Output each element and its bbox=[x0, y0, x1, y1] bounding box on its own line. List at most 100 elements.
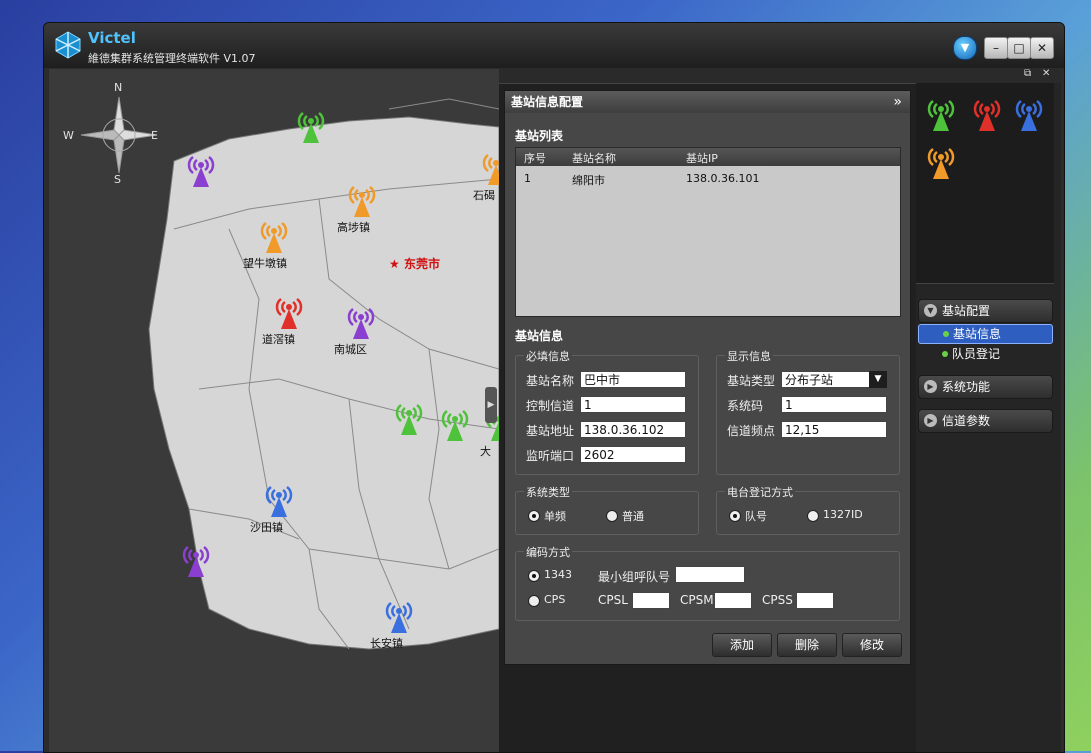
registration-mode-label: 电台登记方式 bbox=[725, 484, 795, 500]
col-header-ip[interactable]: 基站IP bbox=[686, 150, 718, 166]
station-list-heading: 基站列表 bbox=[515, 129, 564, 143]
freq-label: 信道频点 bbox=[727, 424, 776, 438]
radio-cps-label: CPS bbox=[544, 593, 566, 606]
row-no: 1 bbox=[524, 172, 531, 185]
station-label: 长安镇 bbox=[370, 637, 403, 650]
right-sidebar: ▼ 基站配置 基站信息 队员登记 ▶ 系统功能 ▶ 信道参数 bbox=[916, 83, 1061, 752]
radio-1343[interactable] bbox=[528, 570, 540, 582]
base-station-icon[interactable] bbox=[392, 397, 426, 437]
minimize-button[interactable]: – bbox=[984, 37, 1008, 59]
legend-green-station-icon bbox=[924, 93, 958, 133]
radio-team-no[interactable] bbox=[729, 510, 741, 522]
nav-member-registration[interactable]: 队员登记 bbox=[918, 345, 1051, 363]
type-label: 基站类型 bbox=[727, 374, 776, 388]
nav-system-functions-label: 系统功能 bbox=[942, 380, 991, 394]
map-view[interactable]: N S E W ★ 东莞市 石碣 高埗镇 望牛墩镇 道滘镇 南城区大沙田镇 长安镇 bbox=[49, 69, 499, 752]
nav-channel-params[interactable]: ▶ 信道参数 bbox=[918, 409, 1053, 433]
cpsm-label: CPSM bbox=[680, 593, 714, 607]
base-station-icon[interactable] bbox=[179, 539, 213, 579]
radio-1327id[interactable] bbox=[807, 510, 819, 522]
chevron-right-icon: ▶ bbox=[924, 414, 937, 427]
base-station-icon[interactable] bbox=[438, 403, 472, 443]
radio-single-freq[interactable] bbox=[528, 510, 540, 522]
radio-cps[interactable] bbox=[528, 595, 540, 607]
cpss-label: CPSS bbox=[762, 593, 793, 607]
base-station-icon[interactable] bbox=[479, 147, 499, 187]
port-label: 监听端口 bbox=[526, 449, 575, 463]
listen-port-input[interactable]: 2602 bbox=[580, 446, 686, 463]
chevron-down-icon[interactable]: ▼ bbox=[869, 371, 887, 388]
min-group-call-input[interactable] bbox=[675, 566, 745, 583]
nav-station-info[interactable]: 基站信息 bbox=[918, 324, 1053, 344]
cpsl-input[interactable] bbox=[632, 592, 670, 609]
victel-logo-icon bbox=[55, 31, 81, 59]
base-station-icon[interactable] bbox=[344, 301, 378, 341]
table-row[interactable]: 1 绵阳市 138.0.36.101 bbox=[516, 170, 900, 188]
nav-station-config[interactable]: ▼ 基站配置 bbox=[918, 299, 1053, 323]
col-header-no[interactable]: 序号 bbox=[524, 150, 546, 166]
channel-frequency-input[interactable]: 12,15 bbox=[781, 421, 887, 438]
station-legend-box bbox=[916, 83, 1054, 284]
nav-station-info-label: 基站信息 bbox=[953, 327, 1002, 341]
nav-member-registration-label: 队员登记 bbox=[952, 347, 1001, 361]
control-channel-input[interactable]: 1 bbox=[580, 396, 686, 413]
config-dock: ⧉ ✕ 基站信息配置 » 基站列表 序号 基站名称 基站IP 1 绵阳市 138… bbox=[485, 68, 1061, 752]
panel-title-bar: 基站信息配置 » bbox=[505, 91, 910, 113]
radio-normal-label: 普通 bbox=[622, 510, 644, 523]
system-code-input[interactable]: 1 bbox=[781, 396, 887, 413]
radio-single-freq-label: 单频 bbox=[544, 510, 566, 523]
compass-rose: N S E W bbox=[63, 81, 169, 186]
display-group-label: 显示信息 bbox=[725, 348, 773, 364]
dock-close-icon[interactable]: ✕ bbox=[1042, 68, 1050, 79]
dropdown-menu-icon[interactable]: ▼ bbox=[953, 36, 977, 60]
title-bar: Victel 維德集群系统管理终端软件 V1.07 ▼ – □ ✕ bbox=[44, 23, 1064, 68]
station-label: 南城区 bbox=[334, 343, 367, 356]
base-station-icon[interactable] bbox=[184, 149, 218, 189]
min-group-label: 最小组呼队号 bbox=[598, 570, 671, 584]
radio-team-no-label: 队号 bbox=[745, 510, 767, 523]
station-address-input[interactable]: 138.0.36.102 bbox=[580, 421, 686, 438]
legend-orange-station-icon bbox=[924, 141, 958, 181]
radio-normal[interactable] bbox=[606, 510, 618, 522]
legend-red-station-icon bbox=[970, 93, 1004, 133]
add-button[interactable]: 添加 bbox=[712, 633, 772, 657]
base-station-icon[interactable] bbox=[272, 291, 306, 331]
delete-button[interactable]: 删除 bbox=[777, 633, 837, 657]
nav-channel-params-label: 信道参数 bbox=[942, 414, 991, 428]
base-station-icon[interactable] bbox=[382, 595, 416, 635]
compass-w: W bbox=[63, 129, 74, 142]
modify-button[interactable]: 修改 bbox=[842, 633, 902, 657]
base-station-icon[interactable] bbox=[294, 105, 328, 145]
row-name: 绵阳市 bbox=[572, 174, 605, 187]
station-label: 石碣 bbox=[473, 189, 495, 202]
coding-mode-group: 编码方式 1343 最小组呼队号 CPS CPSL CPSM CPSS bbox=[515, 544, 900, 621]
app-title: 維德集群系统管理终端软件 V1.07 bbox=[88, 52, 256, 65]
bullet-icon bbox=[943, 331, 949, 337]
station-name-input[interactable]: 巴中市 bbox=[580, 371, 686, 388]
col-header-name[interactable]: 基站名称 bbox=[572, 150, 616, 166]
channel-label: 控制信道 bbox=[526, 399, 575, 413]
cpsm-input[interactable] bbox=[714, 592, 752, 609]
station-label: 沙田镇 bbox=[250, 521, 283, 534]
legend-blue-station-icon bbox=[1012, 93, 1046, 133]
collapse-handle[interactable]: ▶ bbox=[485, 387, 497, 423]
base-station-icon[interactable] bbox=[345, 179, 379, 219]
compass-e: E bbox=[151, 129, 158, 142]
brand-name: Victel bbox=[88, 29, 136, 47]
station-list[interactable]: 序号 基站名称 基站IP 1 绵阳市 138.0.36.101 bbox=[515, 147, 901, 317]
address-label: 基站地址 bbox=[526, 424, 575, 438]
city-marker[interactable]: ★ 东莞市 bbox=[389, 255, 440, 272]
chevron-right-icon: ▶ bbox=[924, 380, 937, 393]
nav-system-functions[interactable]: ▶ 系统功能 bbox=[918, 375, 1053, 399]
display-info-group: 显示信息 基站类型 分布子站 ▼ 系统码 1 信道频点 12,15 bbox=[716, 348, 900, 475]
close-button[interactable]: ✕ bbox=[1030, 37, 1054, 59]
base-station-icon[interactable] bbox=[262, 479, 296, 519]
maximize-button[interactable]: □ bbox=[1007, 37, 1031, 59]
bullet-icon bbox=[942, 351, 948, 357]
base-station-icon[interactable] bbox=[257, 215, 291, 255]
double-chevron-right-icon[interactable]: » bbox=[893, 91, 902, 113]
restore-icon[interactable]: ⧉ bbox=[1024, 68, 1031, 79]
registration-mode-group: 电台登记方式 队号 1327ID bbox=[716, 484, 900, 535]
dock-bar: ⧉ ✕ bbox=[499, 68, 1061, 84]
cpss-input[interactable] bbox=[796, 592, 834, 609]
